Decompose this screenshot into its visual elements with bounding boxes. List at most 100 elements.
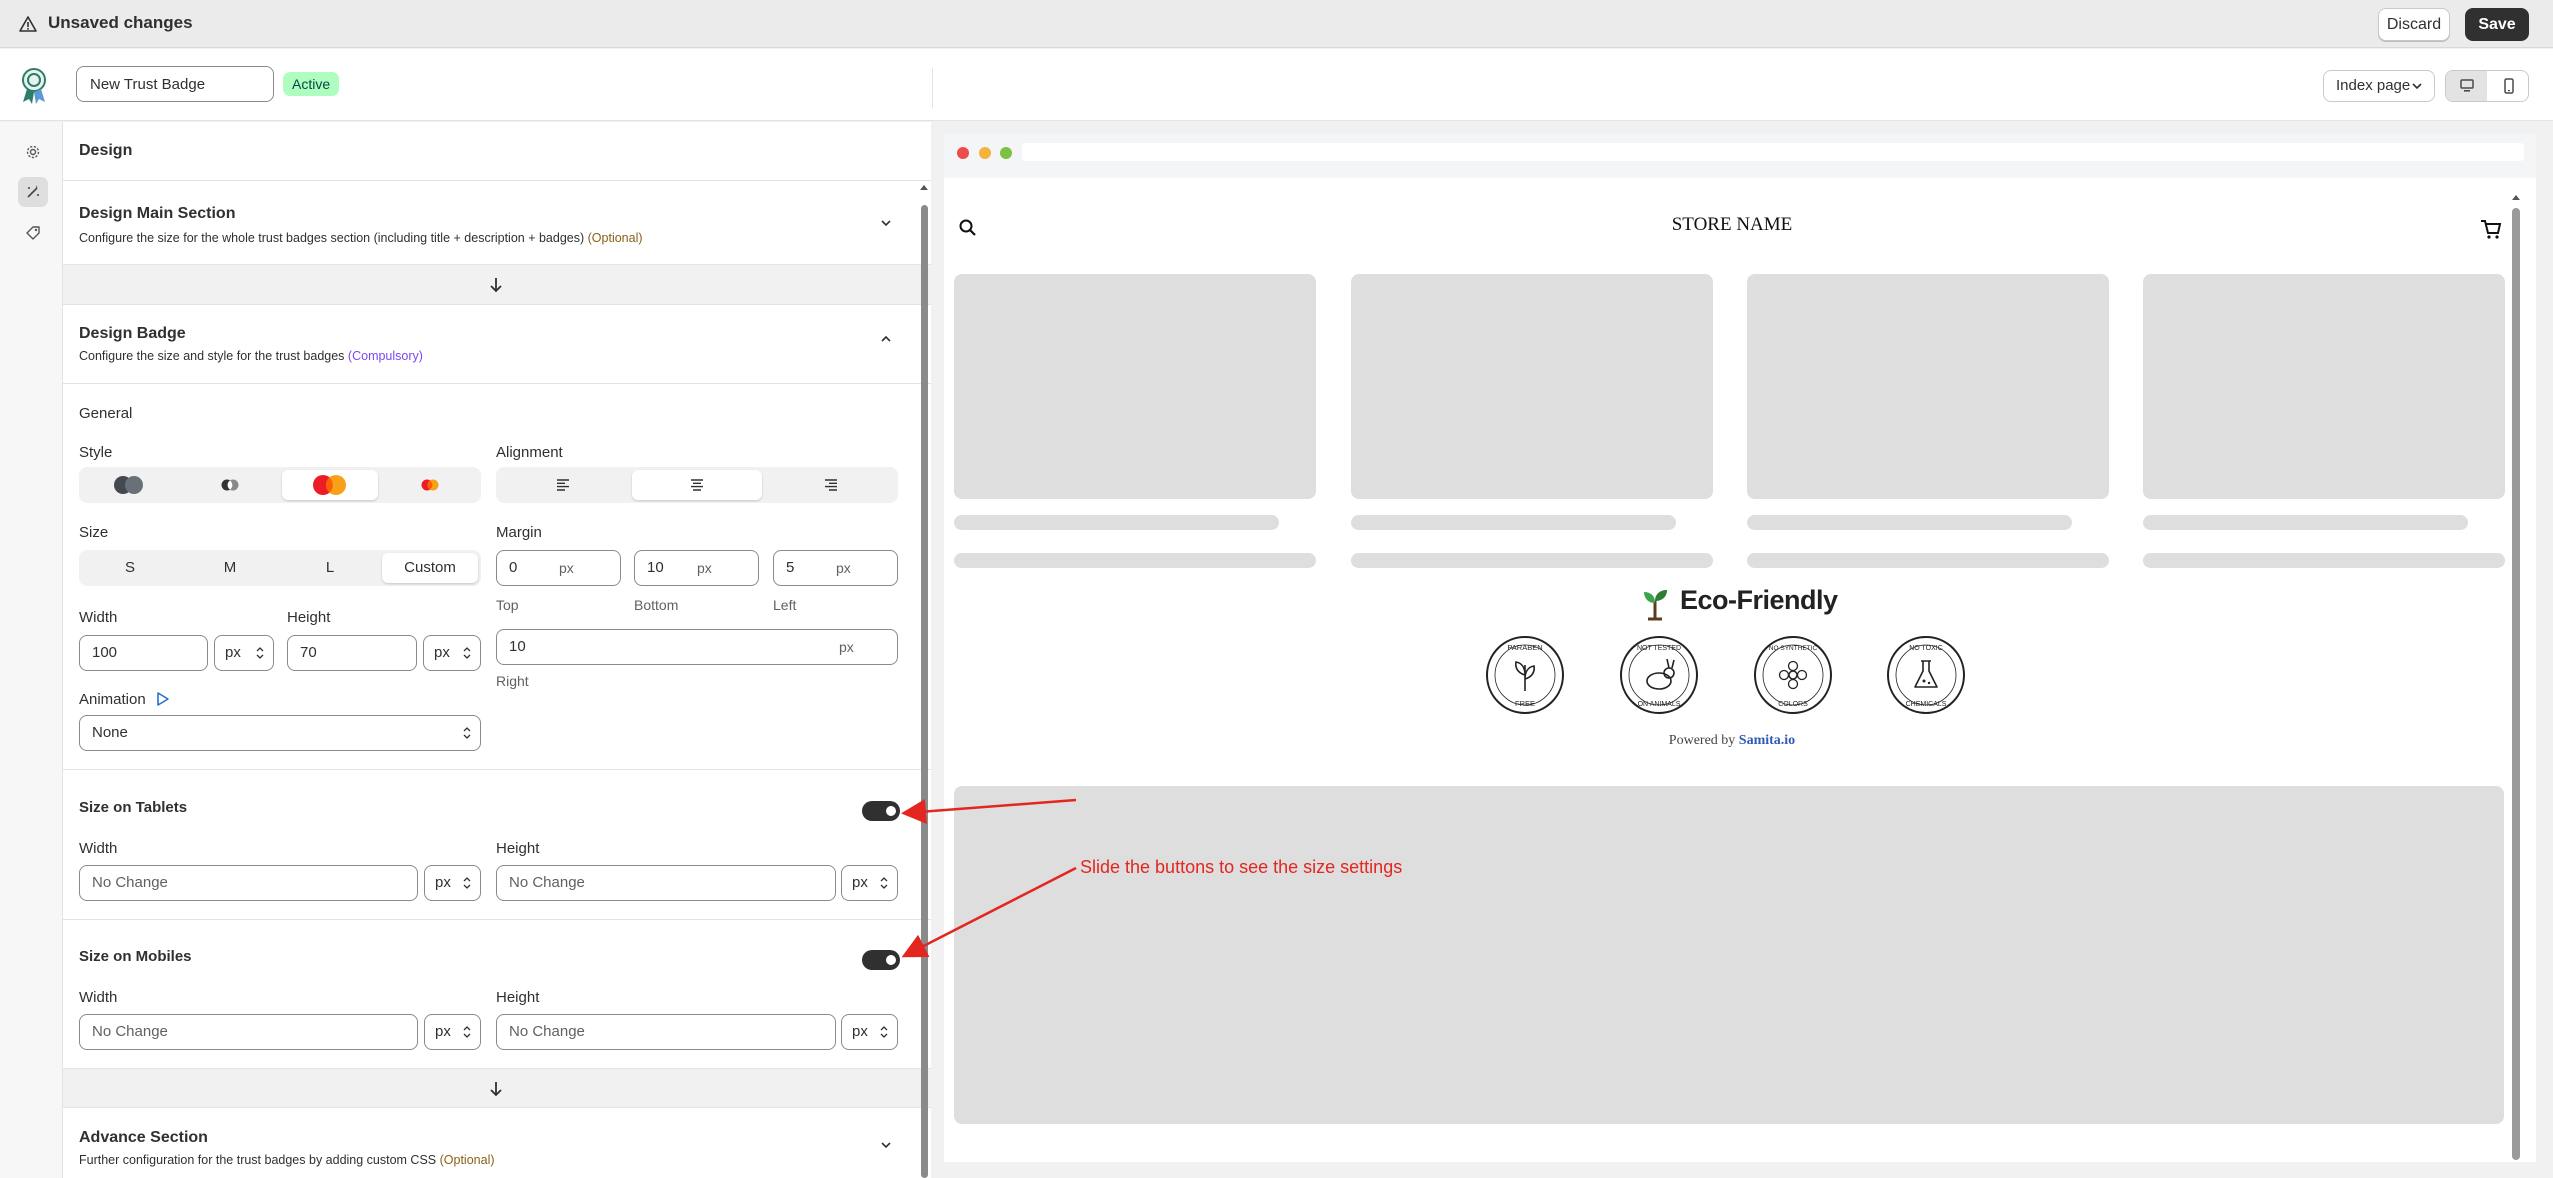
magic-wand-icon	[27, 185, 39, 198]
mobile-view-button[interactable]	[2488, 71, 2528, 101]
desktop-view-button[interactable]	[2446, 71, 2487, 101]
rail-tag-button[interactable]	[18, 218, 48, 248]
page-select[interactable]: Index page	[2323, 70, 2435, 102]
mobiles-height-unit-select[interactable]: px	[841, 1014, 898, 1050]
mobiles-width-label: Width	[79, 989, 118, 1006]
margin-bottom-input[interactable]: 10 px	[634, 550, 759, 586]
size-s-button[interactable]: S	[82, 553, 178, 583]
margin-bottom-value: 10	[647, 559, 664, 576]
play-icon[interactable]	[155, 691, 171, 707]
badge-section-desc: Configure the size and style for the tru…	[79, 349, 423, 363]
tablets-width-unit-select[interactable]: px	[424, 865, 481, 901]
animation-select[interactable]: None	[79, 715, 481, 751]
editor-header	[0, 49, 2553, 121]
size-custom-button[interactable]: Custom	[382, 553, 478, 583]
unsaved-changes-bar: Unsaved changes Discard Save	[0, 0, 2553, 48]
size-m-button[interactable]: M	[182, 553, 278, 583]
dark-circles-icon	[114, 476, 143, 494]
align-left-icon	[557, 479, 569, 491]
annotation-arrows	[901, 798, 1077, 958]
tablets-height-label: Height	[496, 840, 540, 857]
cart-icon[interactable]	[2480, 218, 2502, 240]
select-arrows-icon	[880, 877, 888, 889]
style-selector	[79, 467, 481, 503]
style-option-color-small[interactable]	[382, 470, 478, 500]
animation-label: Animation	[79, 691, 146, 708]
badge-section-header[interactable]: Design Badge Configure the size and styl…	[63, 305, 931, 384]
tablets-toggle[interactable]	[862, 801, 900, 821]
margin-right-label: Right	[496, 673, 529, 689]
mobiles-height-input[interactable]: No Change	[496, 1014, 836, 1050]
tablets-title: Size on Tablets	[79, 799, 188, 816]
align-left-button[interactable]	[499, 470, 627, 500]
tablets-height-unit-select[interactable]: px	[841, 865, 898, 901]
style-label: Style	[79, 444, 113, 461]
advance-section-header[interactable]: Advance Section Further configuration fo…	[63, 1109, 931, 1178]
powered-by: Powered by Samita.io	[1668, 733, 1796, 748]
unit-label: px	[559, 560, 574, 576]
arrow-down-icon	[490, 1082, 502, 1097]
badge-top-text: NOT TESTED	[1637, 645, 1681, 652]
flower-icon: NO SYNTHETIC COLORS	[1754, 636, 1832, 714]
style-option-mono[interactable]	[182, 470, 278, 500]
unsaved-changes-title: Unsaved changes	[48, 13, 193, 32]
style-option-dark[interactable]	[82, 470, 178, 500]
mobiles-toggle[interactable]	[862, 950, 900, 970]
trust-badge-logo-icon	[22, 68, 46, 104]
select-arrows-icon	[463, 647, 471, 659]
tablets-width-label: Width	[79, 840, 118, 857]
chevron-down-icon	[2412, 83, 2422, 90]
gear-icon	[26, 145, 40, 159]
text-placeholder	[954, 515, 1279, 530]
samita-link[interactable]: Samita.io	[1739, 733, 1795, 748]
width-input[interactable]: 100	[79, 635, 208, 671]
width-unit-select[interactable]: px	[214, 635, 274, 671]
unit-label: px	[697, 560, 712, 576]
badge-name-input[interactable]	[76, 66, 274, 102]
badge-top-text: NO SYNTHETIC	[1769, 645, 1818, 652]
style-option-color-large[interactable]	[282, 470, 378, 500]
scroll-up-icon[interactable]	[918, 182, 930, 192]
width-label: Width	[79, 609, 118, 626]
chevron-up-icon	[881, 335, 891, 342]
margin-top-input[interactable]: 0 px	[496, 550, 621, 586]
text-placeholder	[1351, 553, 1713, 568]
mastercard-small-icon	[421, 479, 439, 491]
mono-circles-icon	[221, 479, 239, 491]
search-icon[interactable]	[958, 218, 978, 238]
discard-button[interactable]: Discard	[2378, 8, 2450, 41]
eco-friendly-title: Eco-Friendly	[1680, 585, 1838, 615]
annotation-text: Slide the buttons to see the size settin…	[1080, 857, 1403, 877]
size-label: Size	[79, 524, 109, 541]
warning-icon	[19, 16, 37, 32]
product-card-placeholder	[2143, 274, 2505, 499]
select-arrows-icon	[463, 1026, 471, 1038]
size-l-button[interactable]: L	[282, 553, 378, 583]
app-window: { "topbar": {"title": "Unsaved changes",…	[0, 0, 2553, 1178]
badge-bottom-text: FREE	[1515, 699, 1535, 708]
margin-left-input[interactable]: 5 px	[773, 550, 898, 586]
scroll-up-icon[interactable]	[2510, 192, 2522, 202]
panel-divider	[63, 180, 931, 181]
text-placeholder	[1351, 515, 1676, 530]
align-center-button[interactable]	[632, 470, 762, 500]
height-unit-select[interactable]: px	[423, 635, 481, 671]
badge-bottom-text: ON ANIMALS	[1638, 701, 1681, 708]
tablets-height-input[interactable]: No Change	[496, 865, 836, 901]
margin-right-input[interactable]: 10 px	[496, 629, 898, 665]
preview-scrollbar[interactable]	[2512, 208, 2520, 1160]
rail-design-button[interactable]	[18, 177, 48, 207]
save-button[interactable]: Save	[2465, 8, 2529, 41]
section-divider	[63, 769, 931, 770]
panel-scrollbar[interactable]	[921, 205, 928, 1178]
rail-settings-button[interactable]	[18, 137, 48, 167]
margin-left-label: Left	[773, 597, 797, 613]
tablets-width-input[interactable]: No Change	[79, 865, 418, 901]
desktop-icon	[2460, 79, 2474, 92]
margin-top-value: 0	[509, 559, 518, 576]
align-right-button[interactable]	[767, 470, 895, 500]
height-input[interactable]: 70	[287, 635, 417, 671]
mobiles-width-input[interactable]: No Change	[79, 1014, 418, 1050]
mobiles-width-unit-select[interactable]: px	[424, 1014, 481, 1050]
main-section-header[interactable]: Design Main Section Configure the size f…	[63, 185, 931, 265]
